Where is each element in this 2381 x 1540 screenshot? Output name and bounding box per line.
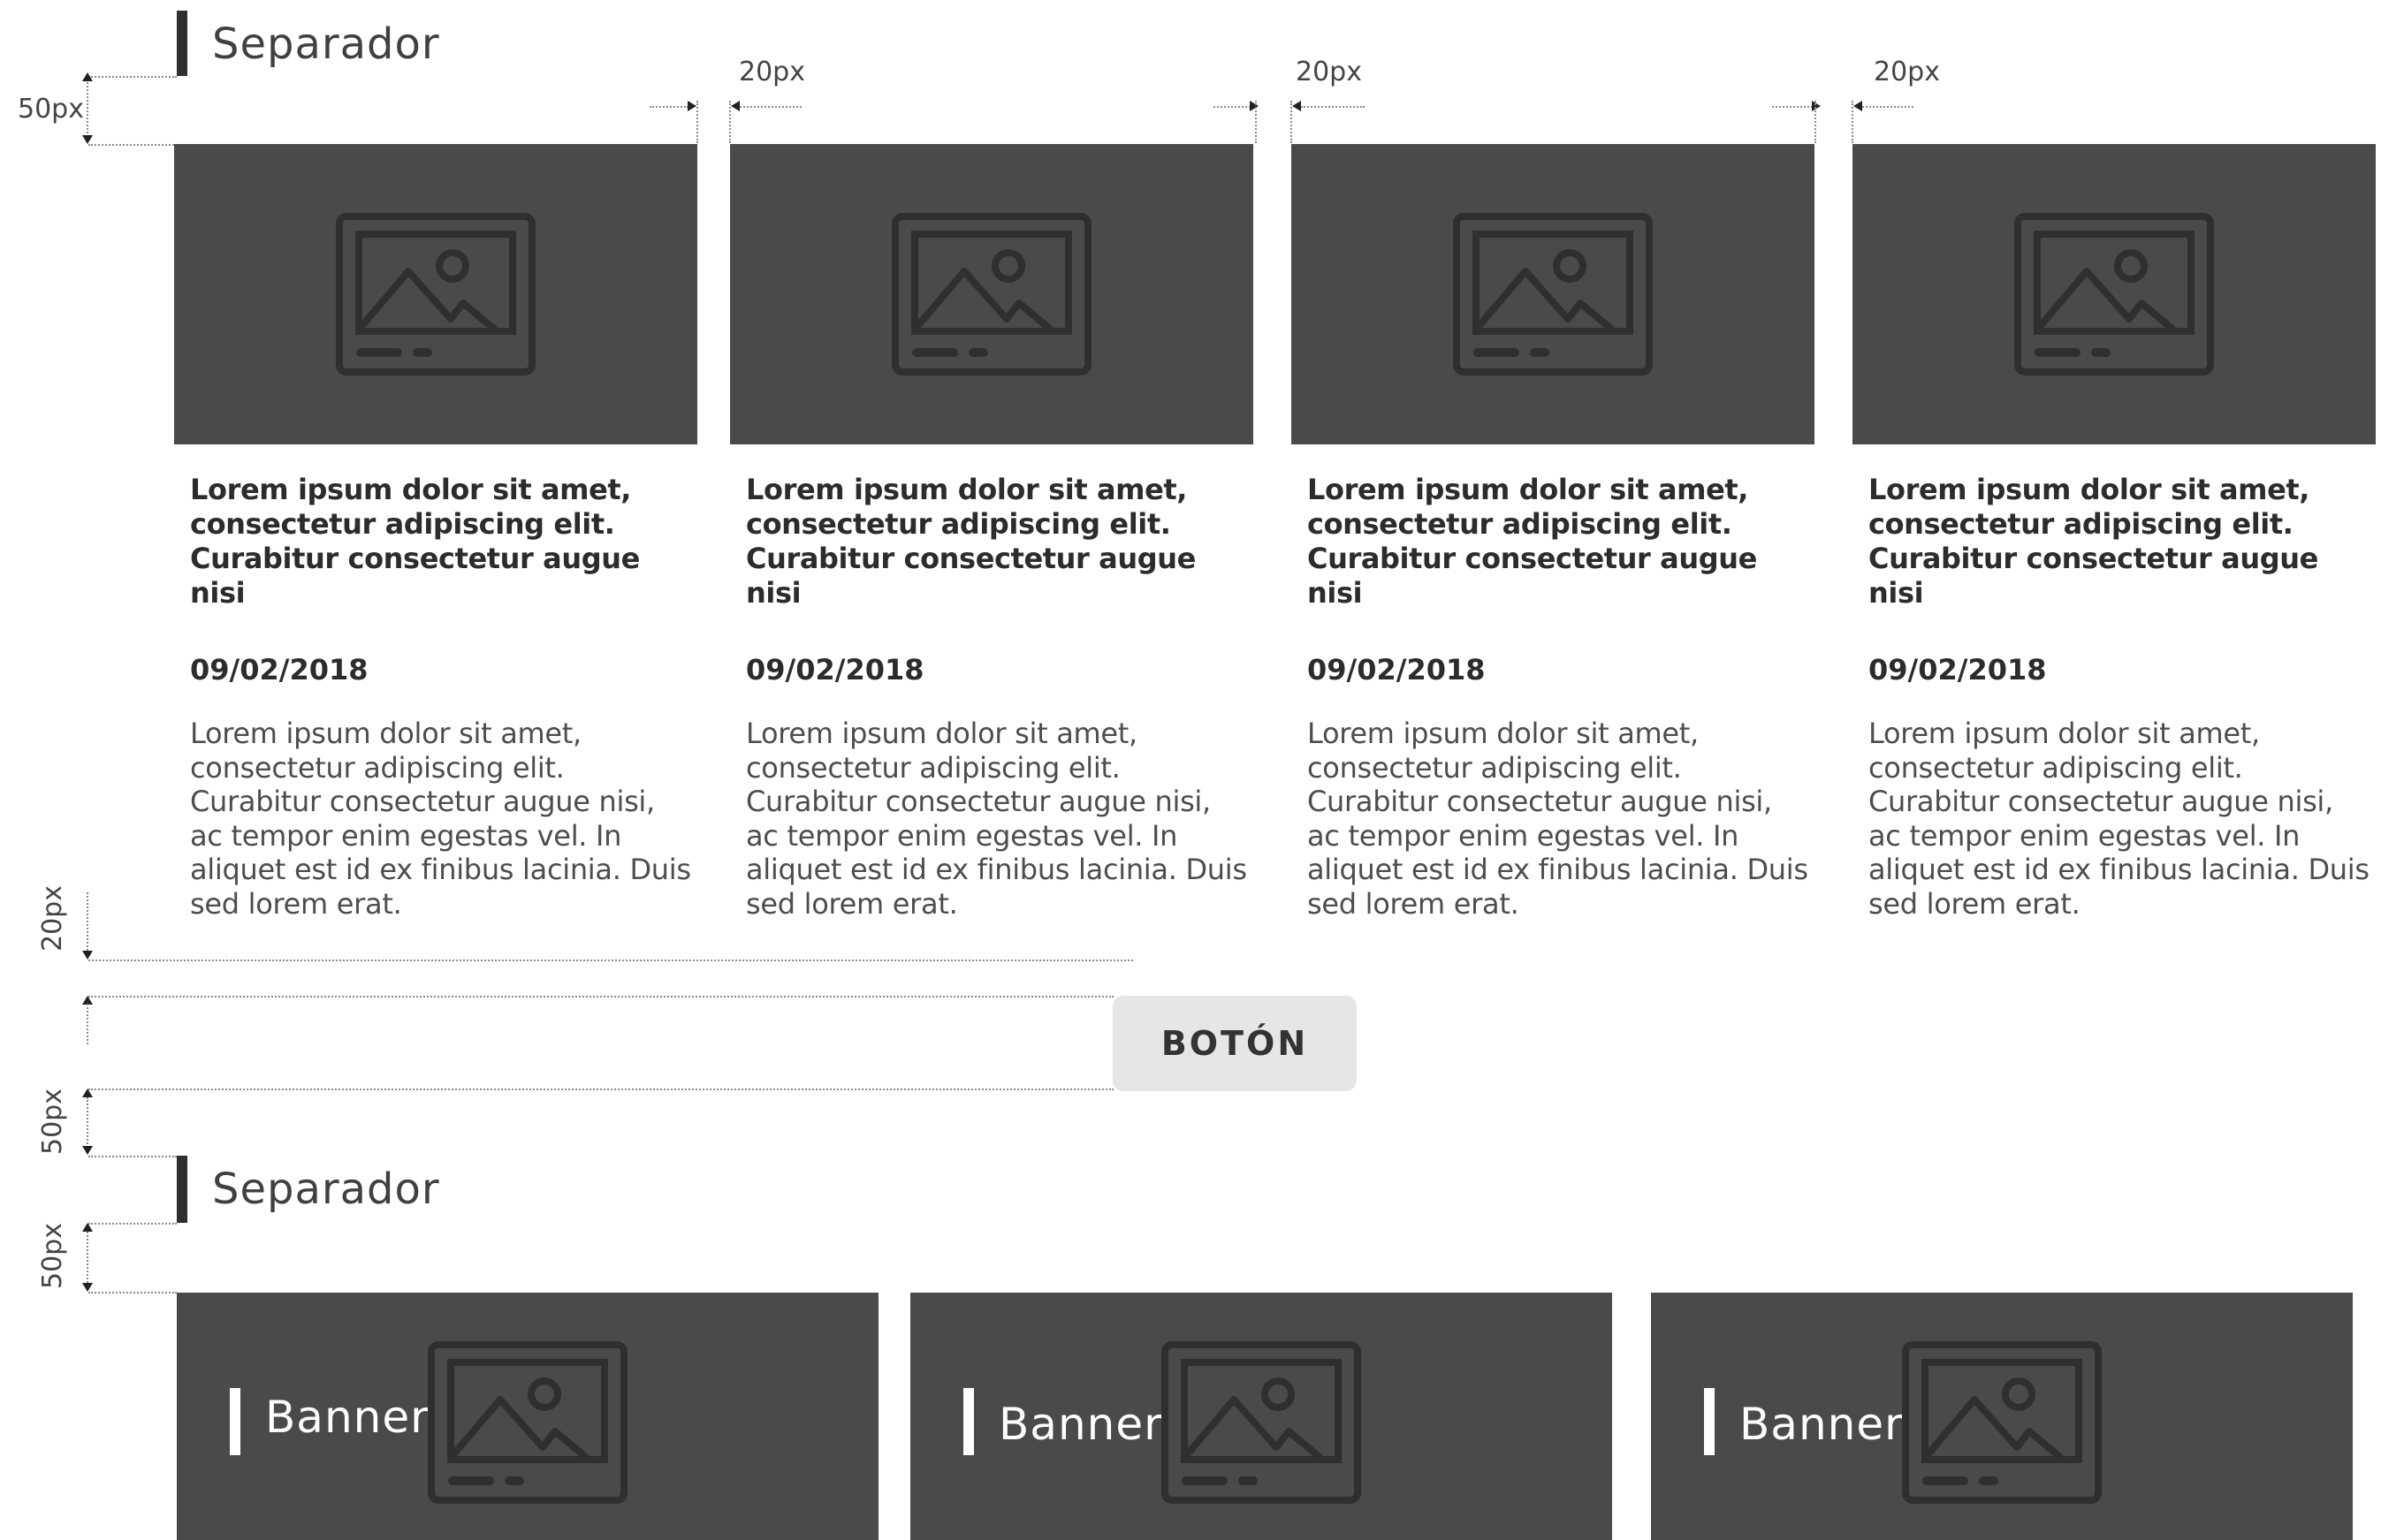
arrow-down-icon: [82, 1283, 93, 1292]
card-image-placeholder: [730, 144, 1253, 444]
news-card[interactable]: Lorem ipsum dolor sit amet, consectetur …: [174, 144, 697, 921]
arrow-down-icon: [82, 135, 93, 144]
dimension-guide: [88, 1223, 177, 1225]
arrow-left-icon: [1853, 101, 1862, 111]
news-card[interactable]: Lorem ipsum dolor sit amet, consectetur …: [730, 144, 1253, 921]
dimension-guide: [1213, 106, 1251, 108]
card-image-placeholder: [174, 144, 697, 444]
image-placeholder-icon: [2014, 213, 2214, 376]
card-title[interactable]: Lorem ipsum dolor sit amet, consectetur …: [746, 473, 1250, 611]
dimension-guide: [696, 101, 698, 143]
dimension-guide: [650, 106, 688, 108]
arrow-up-icon: [82, 1223, 93, 1232]
dimension-guide: [1862, 106, 1913, 108]
dimension-guide: [1814, 101, 1816, 143]
arrow-right-icon: [688, 101, 696, 111]
image-placeholder-icon: [428, 1341, 628, 1504]
dimension-label: 50px: [36, 1223, 68, 1289]
dimension-guide: [87, 1004, 88, 1044]
arrow-right-icon: [1812, 101, 1821, 111]
dimension-label: 20px: [739, 57, 805, 87]
card-body: Lorem ipsum dolor sit amet, consectetur …: [746, 717, 1247, 921]
card-date: 09/02/2018: [1868, 653, 2047, 687]
card-date: 09/02/2018: [1307, 653, 1486, 687]
dimension-label: 20px: [1296, 57, 1362, 87]
dimension-label: 50px: [36, 1089, 68, 1155]
image-placeholder-icon: [1161, 1341, 1361, 1504]
card-title[interactable]: Lorem ipsum dolor sit amet, consectetur …: [1307, 473, 1811, 611]
arrow-down-icon: [82, 951, 93, 960]
dimension-label: 20px: [36, 885, 68, 952]
card-title[interactable]: Lorem ipsum dolor sit amet, consectetur …: [1868, 473, 2372, 611]
dimension-guide: [88, 960, 1133, 961]
banner-accent-bar: [1704, 1388, 1715, 1455]
card-date: 09/02/2018: [190, 653, 369, 687]
image-placeholder-icon: [336, 213, 536, 376]
arrow-left-icon: [1292, 101, 1301, 111]
dimension-guide: [1301, 106, 1365, 108]
dimension-guide: [88, 144, 177, 146]
dimension-guide: [88, 1089, 1114, 1090]
dimension-label: 20px: [1874, 57, 1940, 87]
banner-tile[interactable]: Banner: [1651, 1293, 2353, 1540]
arrow-up-icon: [82, 72, 93, 81]
arrow-right-icon: [1250, 101, 1259, 111]
banner-tile[interactable]: Banner: [910, 1293, 1612, 1540]
banner-accent-bar: [230, 1388, 240, 1455]
arrow-left-icon: [731, 101, 740, 111]
separator-bar: [177, 11, 187, 76]
banner-label: Banner: [265, 1392, 430, 1443]
news-card[interactable]: Lorem ipsum dolor sit amet, consectetur …: [1291, 144, 1814, 921]
dimension-guide: [1255, 101, 1257, 143]
dimension-guide: [87, 892, 88, 954]
banner-label: Banner: [1739, 1399, 1904, 1450]
dimension-guide: [88, 996, 1114, 998]
banner-label: Banner: [999, 1399, 1163, 1450]
card-date: 09/02/2018: [746, 653, 924, 687]
banner-accent-bar: [963, 1388, 974, 1455]
card-image-placeholder: [1291, 144, 1814, 444]
news-card[interactable]: Lorem ipsum dolor sit amet, consectetur …: [1852, 144, 2376, 921]
dimension-guide: [87, 1097, 88, 1150]
primary-button[interactable]: BOTÓN: [1113, 996, 1357, 1091]
dimension-guide: [87, 1232, 88, 1286]
separator-title: Separador: [212, 1164, 440, 1214]
image-placeholder-icon: [892, 213, 1092, 376]
dimension-label: 50px: [18, 94, 84, 125]
banner-tile[interactable]: Banner: [177, 1293, 879, 1540]
arrow-down-icon: [82, 1146, 93, 1155]
separator-bar: [177, 1156, 187, 1223]
dimension-guide: [88, 76, 177, 78]
image-placeholder-icon: [1453, 213, 1653, 376]
card-body: Lorem ipsum dolor sit amet, consectetur …: [190, 717, 691, 921]
dimension-guide: [740, 106, 802, 108]
arrow-up-icon: [82, 1089, 93, 1097]
card-image-placeholder: [1852, 144, 2376, 444]
card-body: Lorem ipsum dolor sit amet, consectetur …: [1307, 717, 1808, 921]
dimension-guide: [87, 80, 88, 140]
card-body: Lorem ipsum dolor sit amet, consectetur …: [1868, 717, 2370, 921]
dimension-guide: [88, 1156, 177, 1157]
dimension-guide: [1772, 106, 1813, 108]
card-title[interactable]: Lorem ipsum dolor sit amet, consectetur …: [190, 473, 694, 611]
image-placeholder-icon: [1902, 1341, 2102, 1504]
separator-title: Separador: [212, 19, 440, 69]
dimension-guide: [88, 1292, 177, 1293]
